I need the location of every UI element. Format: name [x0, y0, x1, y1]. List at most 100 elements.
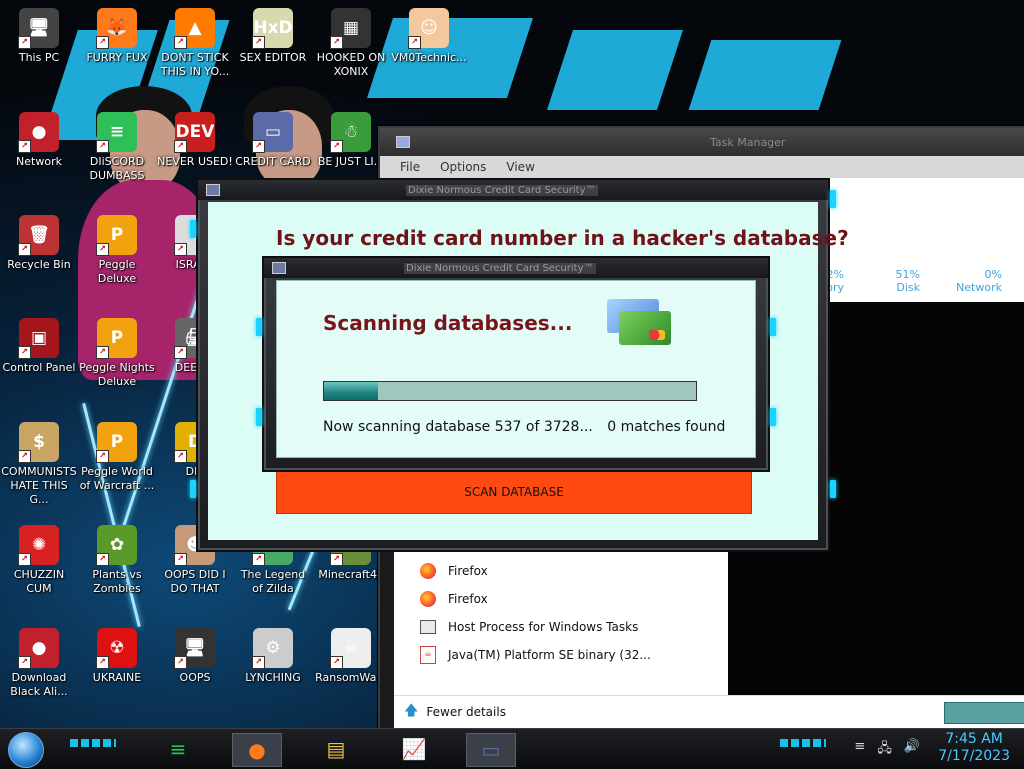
menu-options[interactable]: Options [440, 160, 486, 174]
system-tray: ≡ 🖧 🔊 [854, 739, 920, 761]
shortcut-arrow-icon: ↗ [252, 656, 265, 669]
taskbar-app-file-explorer[interactable]: ▤ [312, 733, 360, 765]
shortcut-arrow-icon: ↗ [18, 36, 31, 49]
matches-found-text: 0 matches found [607, 419, 726, 435]
scan-progress-window[interactable]: Dixie Normous Credit Card Security™ Scan… [256, 256, 776, 472]
desktop-icon-ukraine[interactable]: ☢ ↗ UKRAINE [78, 628, 156, 685]
menu-file[interactable]: File [400, 160, 420, 174]
credit-card-back [619, 311, 671, 345]
network-icon[interactable]: 🖧 [877, 739, 892, 761]
desktop-icon-oops[interactable]: 🖥 ↗ OOPS [156, 628, 234, 685]
desktop-icon-communists[interactable]: $ ↗ COMMUNISTS HATE THIS G... [0, 422, 78, 507]
inner-dialog-titlebar[interactable]: Dixie Normous Credit Card Security™ [264, 258, 768, 278]
firefox-icon [420, 591, 436, 607]
scan-database-button[interactable]: SCAN DATABASE [276, 470, 752, 514]
shortcut-arrow-icon: ↗ [330, 656, 343, 669]
shortcut-arrow-icon: ↗ [252, 553, 265, 566]
process-row[interactable]: Host Process for Windows Tasks [420, 615, 638, 639]
taskbar-app-task-manager[interactable]: 📈 [390, 733, 438, 765]
desktop-icon-peggle-nights[interactable]: P ↗ Peggle Nights Deluxe [78, 318, 156, 389]
desktop-icon-label: Control Panel [2, 361, 76, 374]
disk-stat[interactable]: 51% Disk [860, 268, 920, 294]
file-explorer-icon: ▤ [326, 737, 346, 761]
desktop-icon-network[interactable]: ● ↗ Network [0, 112, 78, 169]
process-row[interactable]: ☕ Java(TM) Platform SE binary (32... [420, 643, 651, 667]
ukraine-icon: ☢ ↗ [96, 628, 137, 669]
menu-view[interactable]: View [506, 160, 534, 174]
recycle-bin-icon: 🗑 ↗ [18, 215, 59, 256]
outer-dialog-titlebar[interactable]: Dixie Normous Credit Card Security™ [198, 180, 828, 200]
plants-vs-zombies-icon: ✿ ↗ [96, 525, 137, 566]
disk-value: 51% [895, 268, 920, 281]
desktop-icon-diiscord[interactable]: ≡ ↗ DIiSCORD DUMBASS [78, 112, 156, 183]
desktop-icon-vm0technic[interactable]: ☺ ↗ VM0Technic... [390, 8, 468, 65]
shortcut-arrow-icon: ↗ [252, 36, 265, 49]
taskbar-app-firefox[interactable]: ● [232, 733, 282, 767]
shortcut-arrow-icon: ↗ [18, 450, 31, 463]
diiscord-icon: ≡ ↗ [96, 112, 137, 153]
desktop-icon-this-pc[interactable]: 🖥 ↗ This PC [0, 8, 78, 65]
desktop-icon-label: UKRAINE [92, 671, 142, 684]
taskbar-decoration [70, 739, 116, 747]
process-row[interactable]: Firefox [420, 559, 488, 583]
shortcut-arrow-icon: ↗ [18, 656, 31, 669]
desktop-icon-label: FURRY FUX [86, 51, 148, 64]
desktop-icon-label: NEVER USED! [157, 155, 233, 168]
network-label: Network [956, 281, 1002, 294]
desktop-icon-download-black[interactable]: ● ↗ Download Black Ali... [0, 628, 78, 699]
desktop-icon-chuzzin-cum[interactable]: ✺ ↗ CHUZZIN CUM [0, 525, 78, 596]
scan-status: Now scanning database 537 of 3728... 0 m… [323, 419, 725, 435]
desktop-icon-plants-vs-zombies[interactable]: ✿ ↗ Plants vs Zombies [78, 525, 156, 596]
hooked-on-xonix-icon: ▦ ↗ [330, 8, 371, 49]
never-used-icon: DEV ↗ [174, 112, 215, 153]
taskbar-clock[interactable]: 7:45 AM 7/17/2023 [938, 731, 1010, 765]
start-button[interactable] [8, 732, 44, 768]
window-edge-light [190, 220, 196, 238]
desktop-icon-label: DONT STICK THIS IN YO... [160, 51, 230, 78]
taskbar-decoration [780, 739, 826, 747]
scan-progress-bar [323, 381, 697, 401]
sex-editor-icon: HxD ↗ [252, 8, 293, 49]
shortcut-arrow-icon: ↗ [408, 36, 421, 49]
furry-fux-icon: 🦊 ↗ [96, 8, 137, 49]
fewer-details-link[interactable]: Fewer details [426, 705, 506, 719]
app-window-icon [272, 262, 286, 274]
desktop-icon-peggle-deluxe[interactable]: P ↗ Peggle Deluxe [78, 215, 156, 286]
network-stat[interactable]: 0% Network [942, 268, 1002, 294]
wallpaper-graffiti [688, 40, 842, 110]
desktop-icon-label: Download Black Ali... [10, 671, 68, 698]
desktop-icon-lynching[interactable]: ⚙ ↗ LYNCHING [234, 628, 312, 685]
desktop-icon-credit-card[interactable]: ▭ ↗ CREDIT CARD [234, 112, 312, 169]
desktop-icon-sex-editor[interactable]: HxD ↗ SEX EDITOR [234, 8, 312, 65]
outer-dialog-title: Dixie Normous Credit Card Security™ [406, 184, 598, 196]
end-task-button[interactable] [944, 702, 1024, 724]
notifications-icon[interactable]: ≡ [854, 739, 865, 761]
desktop-icon-furry-fux[interactable]: 🦊 ↗ FURRY FUX [78, 8, 156, 65]
desktop-icon-label: HOOKED ON XONIX [316, 51, 386, 78]
window-edge-light [256, 318, 262, 336]
desktop-icon-label: LYNCHING [245, 671, 301, 684]
taskbar-app-discord[interactable]: ≡ [154, 733, 202, 765]
volume-icon[interactable]: 🔊 [904, 739, 920, 761]
window-edge-light [256, 408, 262, 426]
task-manager-icon [396, 136, 410, 148]
lynching-icon: ⚙ ↗ [252, 628, 293, 669]
process-row[interactable]: Firefox [420, 587, 488, 611]
desktop-icon-hooked-on-xonix[interactable]: ▦ ↗ HOOKED ON XONIX [312, 8, 390, 79]
desktop-icon-never-used[interactable]: DEV ↗ NEVER USED! [156, 112, 234, 169]
network-value: 0% [984, 268, 1002, 281]
desktop-icon-recycle-bin[interactable]: 🗑 ↗ Recycle Bin [0, 215, 78, 272]
desktop-icon-peggle-world[interactable]: P ↗ Peggle World of Warcraft ... [78, 422, 156, 493]
desktop-icon-dont-stick[interactable]: ▲ ↗ DONT STICK THIS IN YO... [156, 8, 234, 79]
desktop-icon-label: COMMUNISTS HATE THIS G... [1, 465, 77, 506]
desktop-icon-control-panel[interactable]: ▣ ↗ Control Panel [0, 318, 78, 375]
taskbar-app-credit-card[interactable]: ▭ [466, 733, 516, 767]
window-edge-light [190, 480, 196, 498]
security-question-heading: Is your credit card number in a hacker's… [276, 226, 849, 250]
download-black-icon: ● ↗ [18, 628, 59, 669]
task-manager-titlebar[interactable]: Task Manager [380, 128, 1024, 156]
desktop-icon-label: SEX EDITOR [239, 51, 307, 64]
chevron-up-icon[interactable]: 🡅 [404, 700, 418, 724]
shortcut-arrow-icon: ↗ [18, 243, 31, 256]
communists-icon: $ ↗ [18, 422, 59, 463]
